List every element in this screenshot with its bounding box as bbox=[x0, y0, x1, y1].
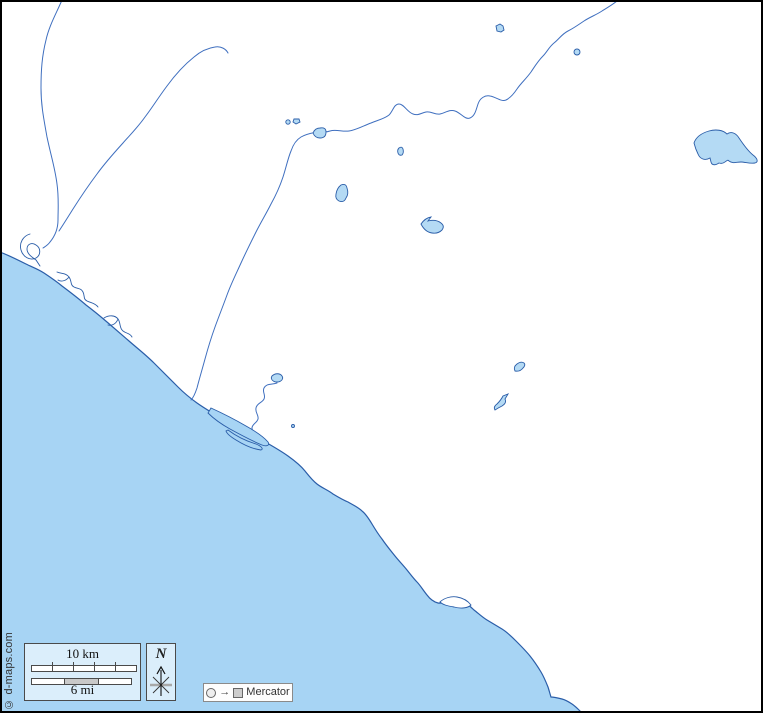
copyright-text: © d-maps.com bbox=[3, 630, 15, 710]
estuary-squiggle-1b bbox=[58, 277, 69, 281]
north-label: N bbox=[147, 646, 175, 663]
lake-small-comma bbox=[398, 147, 404, 155]
pond-dot bbox=[292, 425, 295, 428]
scale-km-segment bbox=[53, 666, 74, 671]
scale-km-segment bbox=[74, 666, 95, 671]
scale-km-segment bbox=[116, 666, 136, 671]
plane-icon bbox=[233, 688, 243, 698]
river-west bbox=[41, 0, 62, 248]
lake-fish-shape bbox=[421, 217, 443, 233]
north-arrow-panel: N bbox=[146, 643, 176, 701]
lake-small-east-1 bbox=[514, 362, 524, 371]
creek-lagoon bbox=[252, 383, 277, 435]
scale-km-segment bbox=[32, 666, 53, 671]
scale-mi-label: 6 mi bbox=[25, 682, 140, 698]
scale-km-label: 10 km bbox=[25, 646, 140, 662]
river-northwest-branch bbox=[59, 47, 228, 231]
projection-arrow-icon: → bbox=[219, 687, 230, 698]
scale-bar-panel: 10 km 6 mi bbox=[24, 643, 141, 701]
lake-elongated-mid bbox=[336, 184, 348, 201]
compass-rose-icon bbox=[149, 664, 173, 698]
projection-legend: → Mercator bbox=[203, 683, 293, 702]
sphere-icon bbox=[206, 688, 216, 698]
lake-creek-head bbox=[271, 374, 282, 382]
scale-km-bar bbox=[31, 665, 137, 672]
lake-small-east-2 bbox=[494, 394, 508, 410]
lake-riverside bbox=[313, 128, 326, 138]
map-page: 10 km 6 mi N → bbox=[0, 0, 763, 713]
river-main bbox=[191, 0, 618, 400]
lake-dot bbox=[574, 49, 580, 55]
lake-large-east bbox=[694, 130, 757, 165]
lake-tiny-pair-b bbox=[293, 119, 300, 124]
lake-tiny-pair-a bbox=[286, 120, 290, 124]
estuary-loop-west bbox=[20, 234, 40, 266]
projection-name: Mercator bbox=[246, 687, 289, 698]
lake-tiny-north bbox=[496, 24, 504, 32]
scale-km-segment bbox=[95, 666, 116, 671]
map-canvas bbox=[0, 0, 763, 713]
